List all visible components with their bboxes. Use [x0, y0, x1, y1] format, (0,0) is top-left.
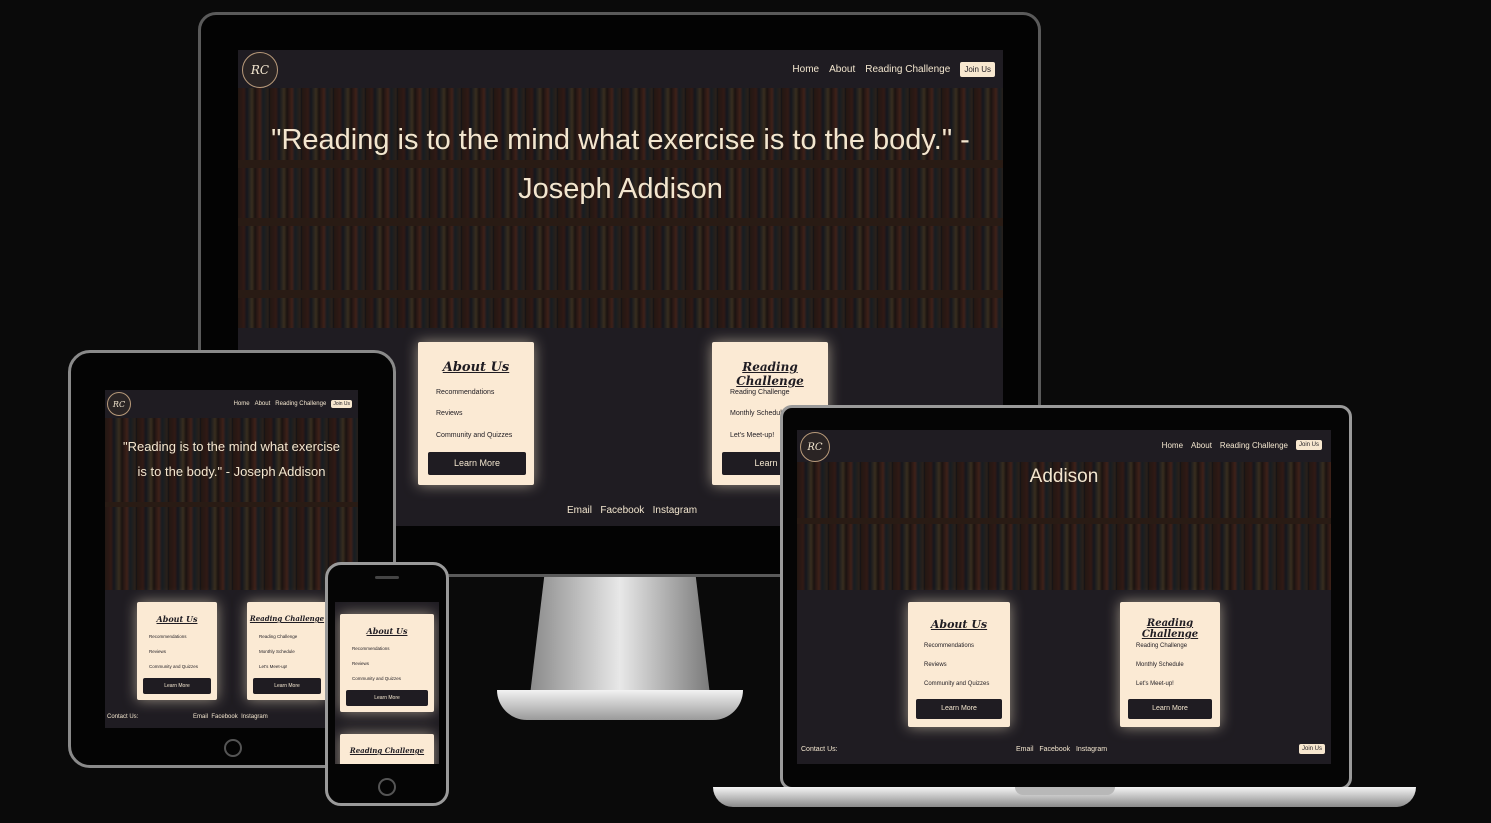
challenge-item-schedule[interactable]: Monthly Schedule	[259, 649, 295, 654]
about-card-title: About Us	[366, 626, 408, 636]
footer-instagram-link[interactable]: Instagram	[1076, 746, 1107, 753]
tablet-home-button	[224, 739, 242, 757]
site-logo[interactable]: RC	[242, 52, 278, 88]
about-item-recommendations[interactable]: Recommendations	[436, 389, 494, 396]
about-item-community[interactable]: Community and Quizzes	[436, 432, 512, 439]
challenge-item-reading[interactable]: Reading Challenge	[259, 634, 297, 639]
hero-quote-line2: Joseph Addison	[518, 173, 723, 205]
footer-join-us-button[interactable]: Join Us	[1298, 744, 1325, 754]
challenge-item-reading[interactable]: Reading Challenge	[730, 389, 790, 396]
footer-facebook-link[interactable]: Facebook	[600, 505, 644, 516]
laptop-nav: Home About Reading Challenge Join Us	[1162, 440, 1322, 450]
tablet-footer-links: Email Facebook Instagram	[193, 714, 268, 720]
challenge-learn-more-button[interactable]: Learn More	[1128, 699, 1212, 719]
challenge-item-schedule[interactable]: Monthly Schedule	[1136, 662, 1184, 668]
laptop-hero-text: Addison	[1029, 466, 1099, 487]
about-card: About Us Recommendations Reviews Communi…	[137, 602, 217, 700]
challenge-item-meetup[interactable]: Let's Meet-up!	[730, 432, 774, 439]
about-item-recommendations[interactable]: Recommendations	[924, 643, 974, 649]
laptop-footer-links: Email Facebook Instagram	[1016, 746, 1107, 753]
footer-email-link[interactable]: Email	[193, 714, 208, 720]
about-card: About Us Recommendations Reviews Communi…	[908, 602, 1010, 727]
desktop-nav: Home About Reading Challenge Join Us	[792, 62, 995, 77]
monitor-stand-neck	[530, 575, 710, 695]
footer-instagram-link[interactable]: Instagram	[241, 714, 268, 720]
tablet-footer-contact: Contact Us:	[107, 714, 139, 720]
site-logo[interactable]: RC	[800, 432, 830, 462]
challenge-card: Reading Challenge	[340, 734, 434, 764]
tablet-quote-line1: "Reading is to the mind what exercise	[122, 439, 341, 454]
footer-email-link[interactable]: Email	[567, 505, 592, 516]
challenge-card-title: Reading Challenge	[349, 746, 425, 755]
about-card-title: About Us	[930, 618, 988, 631]
challenge-card-title: Reading Challenge	[249, 614, 325, 623]
footer-facebook-link[interactable]: Facebook	[1039, 746, 1070, 753]
about-item-reviews[interactable]: Reviews	[436, 410, 462, 417]
tablet-quote-line2: is to the body." - Joseph Addison	[137, 464, 326, 479]
join-us-button[interactable]: Join Us	[960, 62, 995, 77]
about-item-recommendations[interactable]: Recommendations	[149, 634, 187, 639]
about-card-title: About Us	[442, 360, 510, 375]
about-item-community[interactable]: Community and Quizzes	[924, 681, 989, 687]
hero-quote-line1: "Reading is to the mind what exercise is…	[271, 124, 970, 156]
desktop-footer-links: Email Facebook Instagram	[567, 505, 697, 516]
phone-home-button	[378, 778, 396, 796]
about-learn-more-button[interactable]: Learn More	[428, 452, 526, 475]
challenge-card: Reading Challenge Reading Challenge Mont…	[247, 602, 327, 700]
about-card-title: About Us	[156, 614, 198, 624]
monitor-stand-base	[497, 690, 743, 720]
laptop-screen: RC Home About Reading Challenge Join Us …	[797, 430, 1331, 764]
nav-about-link[interactable]: About	[1191, 441, 1212, 450]
about-item-community[interactable]: Community and Quizzes	[352, 676, 401, 681]
challenge-learn-more-button[interactable]: Learn More	[253, 678, 321, 694]
phone-speaker	[375, 576, 399, 579]
challenge-card-title: Reading Challenge	[1141, 618, 1199, 640]
join-us-button[interactable]: Join Us	[331, 400, 352, 408]
challenge-item-meetup[interactable]: Let's Meet-up!	[1136, 681, 1174, 687]
about-learn-more-button[interactable]: Learn More	[143, 678, 211, 694]
laptop-footer-contact: Contact Us:	[801, 746, 838, 753]
nav-home-link[interactable]: Home	[792, 64, 819, 75]
nav-home-link[interactable]: Home	[1162, 441, 1183, 450]
about-learn-more-button[interactable]: Learn More	[346, 690, 428, 706]
footer-facebook-link[interactable]: Facebook	[211, 714, 237, 720]
challenge-item-meetup[interactable]: Let's Meet-up!	[259, 664, 287, 669]
challenge-item-schedule[interactable]: Monthly Schedule	[730, 410, 786, 417]
challenge-item-reading[interactable]: Reading Challenge	[1136, 643, 1187, 649]
about-item-community[interactable]: Community and Quizzes	[149, 664, 198, 669]
nav-reading-challenge-link[interactable]: Reading Challenge	[275, 401, 326, 407]
tablet-hero-quote: "Reading is to the mind what exercise is…	[105, 434, 358, 484]
tablet-screen: RC Home About Reading Challenge Join Us …	[105, 390, 358, 728]
hero-quote: "Reading is to the mind what exercise is…	[248, 116, 993, 214]
challenge-card: Reading Challenge Reading Challenge Mont…	[1120, 602, 1220, 727]
about-item-reviews[interactable]: Reviews	[924, 662, 947, 668]
nav-about-link[interactable]: About	[255, 401, 271, 407]
nav-about-link[interactable]: About	[829, 64, 855, 75]
footer-email-link[interactable]: Email	[1016, 746, 1034, 753]
about-item-reviews[interactable]: Reviews	[149, 649, 166, 654]
tablet-nav: Home About Reading Challenge Join Us	[234, 400, 352, 408]
join-us-button[interactable]: Join Us	[1295, 440, 1322, 450]
about-item-recommendations[interactable]: Recommendations	[352, 646, 390, 651]
challenge-card-title: Reading Challenge	[736, 360, 804, 388]
laptop-notch	[1015, 787, 1115, 795]
nav-home-link[interactable]: Home	[234, 401, 250, 407]
nav-reading-challenge-link[interactable]: Reading Challenge	[1220, 441, 1288, 450]
nav-reading-challenge-link[interactable]: Reading Challenge	[865, 64, 950, 75]
site-logo[interactable]: RC	[107, 392, 131, 416]
about-item-reviews[interactable]: Reviews	[352, 661, 369, 666]
about-learn-more-button[interactable]: Learn More	[916, 699, 1002, 719]
footer-instagram-link[interactable]: Instagram	[653, 505, 697, 516]
about-card: About Us Recommendations Reviews Communi…	[340, 614, 434, 712]
about-card: About Us Recommendations Reviews Communi…	[418, 342, 534, 485]
phone-screen: About Us Recommendations Reviews Communi…	[335, 602, 439, 764]
